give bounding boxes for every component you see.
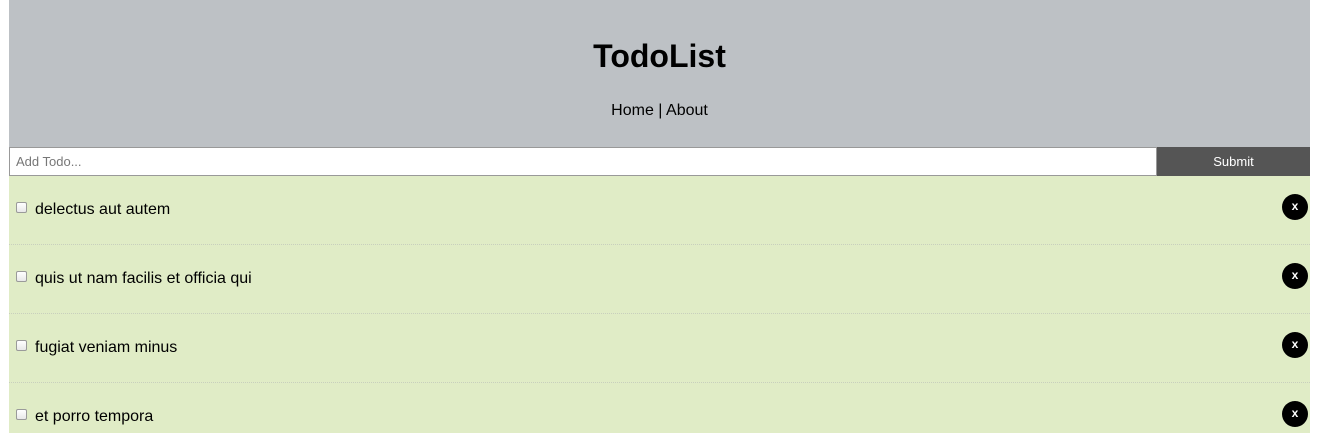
todo-checkbox[interactable] — [16, 271, 27, 282]
app-header: TodoList Home | About — [9, 0, 1310, 147]
delete-todo-button[interactable]: x — [1282, 332, 1308, 358]
todo-title: delectus aut autem — [35, 201, 171, 218]
todo-item: et porro tempora x — [9, 383, 1310, 433]
todo-checkbox[interactable] — [16, 202, 27, 213]
todo-list: delectus aut autem x quis ut nam facilis… — [9, 176, 1310, 433]
delete-todo-button[interactable]: x — [1282, 401, 1308, 427]
add-todo-input[interactable] — [9, 147, 1157, 176]
todo-item: quis ut nam facilis et officia qui x — [9, 245, 1310, 314]
delete-todo-button[interactable]: x — [1282, 263, 1308, 289]
delete-todo-button[interactable]: x — [1282, 194, 1308, 220]
submit-button[interactable]: Submit — [1157, 147, 1310, 176]
nav-separator: | — [653, 102, 667, 119]
nav-link-about[interactable]: About — [666, 102, 708, 119]
main-nav: Home | About — [9, 101, 1310, 121]
todo-checkbox[interactable] — [16, 340, 27, 351]
page-title: TodoList — [593, 38, 726, 74]
todo-item: fugiat veniam minus x — [9, 314, 1310, 383]
todo-app: TodoList Home | About Submit delectus au… — [9, 0, 1310, 433]
todo-title: et porro tempora — [35, 408, 154, 425]
todo-title: fugiat veniam minus — [35, 339, 178, 356]
add-todo-form: Submit — [9, 147, 1310, 176]
todo-checkbox[interactable] — [16, 409, 27, 420]
nav-link-home[interactable]: Home — [611, 102, 654, 119]
todo-title: quis ut nam facilis et officia qui — [35, 270, 252, 287]
todo-item: delectus aut autem x — [9, 176, 1310, 245]
